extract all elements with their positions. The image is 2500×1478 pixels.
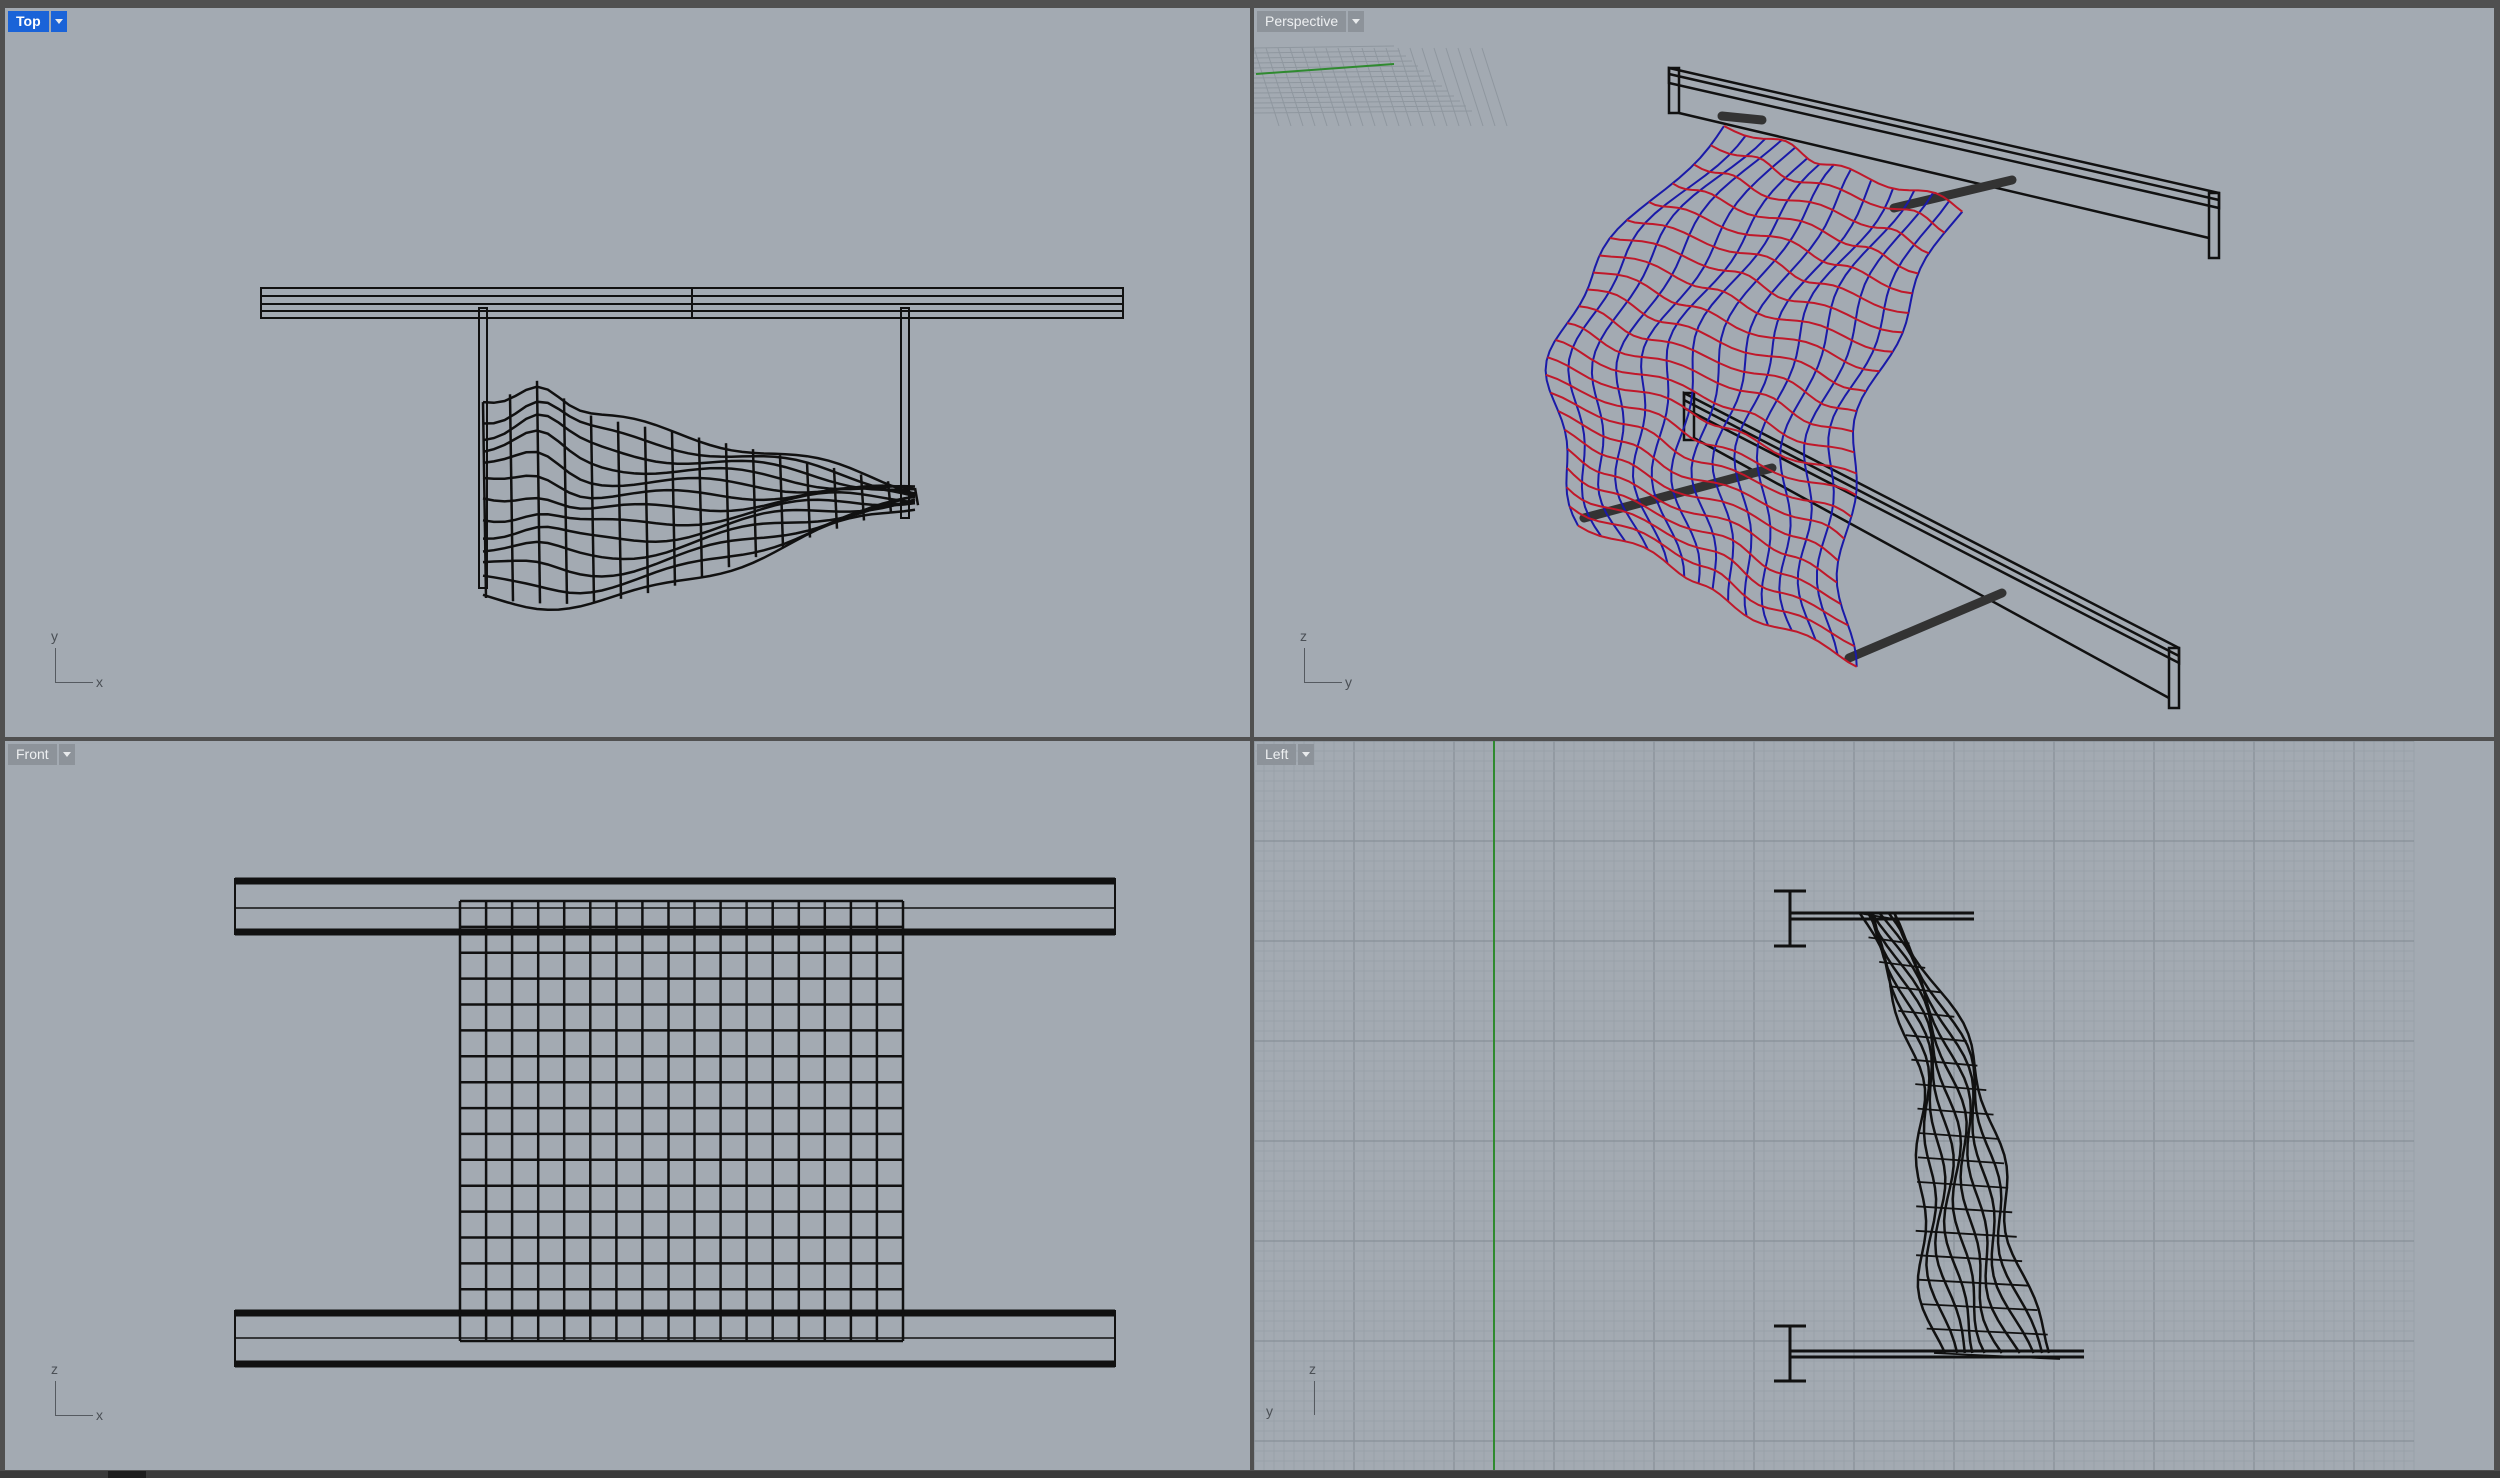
viewport-tab-front[interactable]: Front <box>8 744 75 765</box>
viewport-top[interactable]: Top y x <box>5 8 1250 737</box>
viewport-label: Left <box>1257 744 1297 765</box>
viewport-tab-top[interactable]: Top <box>8 11 67 32</box>
viewport-tab-perspective[interactable]: Perspective <box>1257 11 1365 32</box>
construction-grid <box>1254 741 2415 1470</box>
viewport-perspective[interactable]: Perspective z y <box>1254 8 2494 737</box>
viewport-tab-left[interactable]: Left <box>1257 744 1315 765</box>
construction-grid <box>1254 45 1508 127</box>
viewport-left[interactable]: Left z y <box>1254 741 2494 1470</box>
viewport-label: Top <box>8 11 49 32</box>
perspective-view-geometry <box>1254 45 2221 710</box>
viewport-label: Perspective <box>1257 11 1347 32</box>
fabric-profile <box>1857 912 2061 1360</box>
dropdown-arrow-icon[interactable] <box>58 744 75 765</box>
viewport-front[interactable]: Front z x <box>5 741 1250 1470</box>
front-mesh <box>458 899 905 1343</box>
top-view-geometry <box>260 287 1124 612</box>
left-view-geometry <box>1254 741 2415 1470</box>
status-strip <box>0 1471 2500 1478</box>
dropdown-arrow-icon[interactable] <box>50 11 67 32</box>
viewport-label: Front <box>8 744 57 765</box>
top-mesh <box>481 380 920 612</box>
front-view-geometry <box>234 877 1116 1368</box>
dropdown-arrow-icon[interactable] <box>1348 11 1365 32</box>
dropdown-arrow-icon[interactable] <box>1298 744 1315 765</box>
